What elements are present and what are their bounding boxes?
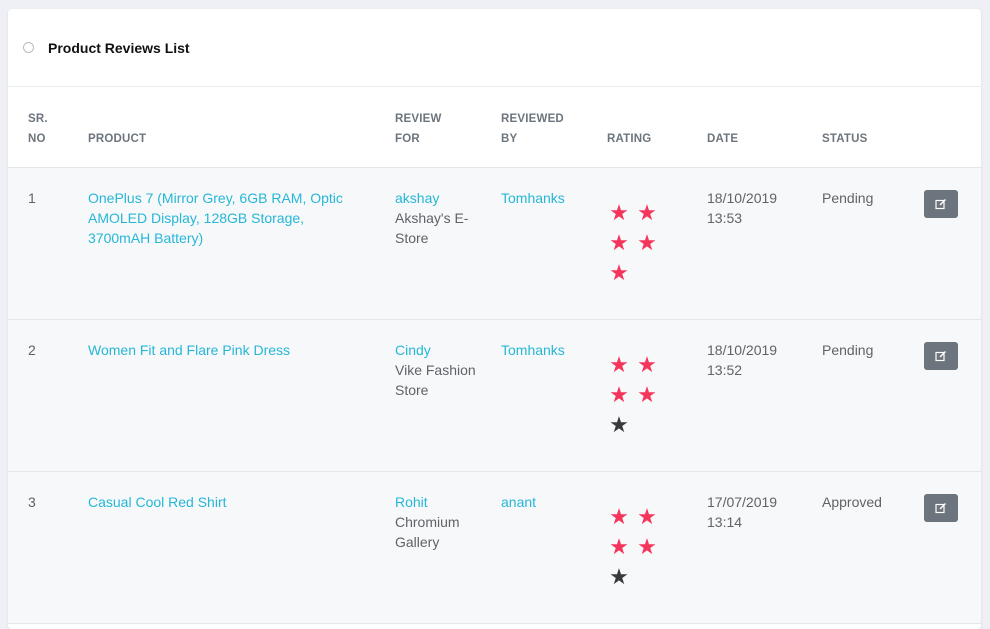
status-text: Approved xyxy=(822,494,882,510)
reviewer-link[interactable]: Tomhanks xyxy=(501,188,601,208)
star-icon: ★ xyxy=(609,504,629,529)
table-row: 3 Casual Cool Red Shirt Rohit Chromium G… xyxy=(8,472,981,624)
column-header-review-for-line1: REVIEW xyxy=(395,113,442,125)
star-icon: ★ xyxy=(609,200,629,225)
review-date: 18/10/2019 13:52 xyxy=(707,342,778,378)
review-date: 18/10/2019 13:53 xyxy=(707,190,778,226)
column-header-reviewed-by: REVIEWED BY xyxy=(501,109,564,149)
table-row: 2 Women Fit and Flare Pink Dress Cindy V… xyxy=(8,320,981,472)
star-icon: ★ xyxy=(609,534,629,559)
review-date: 17/07/2019 13:14 xyxy=(707,494,778,530)
review-for-cell: Cindy Vike Fashion Store xyxy=(395,340,485,400)
product-link[interactable]: Women Fit and Flare Pink Dress xyxy=(88,340,348,360)
column-header-sr-no: SR. NO xyxy=(28,109,48,149)
table-row: 1 OnePlus 7 (Mirror Grey, 6GB RAM, Optic… xyxy=(8,168,981,320)
circle-icon xyxy=(23,42,34,53)
card-header: Product Reviews List xyxy=(8,9,981,87)
edit-icon xyxy=(935,199,946,210)
reviewer-link[interactable]: Tomhanks xyxy=(501,340,601,360)
status-text: Pending xyxy=(822,190,874,206)
table-header: SR. NO PRODUCT REVIEW FOR REVIEWED BY RA… xyxy=(8,87,981,168)
row-sr-no: 1 xyxy=(28,190,36,206)
edit-button[interactable] xyxy=(924,342,958,370)
store-name: Vike Fashion Store xyxy=(395,362,476,398)
seller-link[interactable]: akshay xyxy=(395,188,485,208)
edit-button[interactable] xyxy=(924,190,958,218)
column-header-review-for: REVIEW FOR xyxy=(395,109,442,149)
review-for-cell: akshay Akshay's E-Store xyxy=(395,188,485,248)
star-icon: ★ xyxy=(609,230,629,255)
star-icon: ★ xyxy=(637,382,657,407)
product-link[interactable]: OnePlus 7 (Mirror Grey, 6GB RAM, Optic A… xyxy=(88,188,348,248)
review-for-cell: Rohit Chromium Gallery xyxy=(395,492,485,552)
card-title: Product Reviews List xyxy=(48,39,190,56)
row-sr-no: 2 xyxy=(28,342,36,358)
product-link[interactable]: Casual Cool Red Shirt xyxy=(88,492,348,512)
seller-link[interactable]: Rohit xyxy=(395,492,485,512)
star-icon: ★ xyxy=(637,230,657,255)
star-icon: ★ xyxy=(609,260,629,285)
rating-stars: ★ ★ ★ ★ ★ xyxy=(605,350,665,440)
rating-stars: ★ ★ ★ ★ ★ xyxy=(605,198,665,288)
star-icon: ★ xyxy=(609,564,629,589)
column-header-reviewed-by-line1: REVIEWED xyxy=(501,113,564,125)
star-icon: ★ xyxy=(609,352,629,377)
store-name: Akshay's E-Store xyxy=(395,210,469,246)
store-name: Chromium Gallery xyxy=(395,514,460,550)
product-reviews-card: Product Reviews List SR. NO PRODUCT REVI… xyxy=(8,9,981,629)
reviewer-link[interactable]: anant xyxy=(501,492,601,512)
star-icon: ★ xyxy=(609,412,629,437)
row-sr-no: 3 xyxy=(28,494,36,510)
edit-icon xyxy=(935,351,946,362)
column-header-sr-line1: SR. xyxy=(28,113,48,125)
edit-icon xyxy=(935,503,946,514)
seller-link[interactable]: Cindy xyxy=(395,340,485,360)
star-icon: ★ xyxy=(637,534,657,559)
column-header-status: STATUS xyxy=(822,133,868,145)
column-header-sr-line2: NO xyxy=(28,133,46,145)
column-header-reviewed-by-line2: BY xyxy=(501,133,518,145)
star-icon: ★ xyxy=(637,352,657,377)
star-icon: ★ xyxy=(637,504,657,529)
star-icon: ★ xyxy=(637,200,657,225)
status-text: Pending xyxy=(822,342,874,358)
edit-button[interactable] xyxy=(924,494,958,522)
column-header-review-for-line2: FOR xyxy=(395,133,420,145)
column-header-product: PRODUCT xyxy=(88,133,147,145)
rating-stars: ★ ★ ★ ★ ★ xyxy=(605,502,665,592)
star-icon: ★ xyxy=(609,382,629,407)
column-header-rating: RATING xyxy=(607,133,652,145)
column-header-date: DATE xyxy=(707,133,739,145)
